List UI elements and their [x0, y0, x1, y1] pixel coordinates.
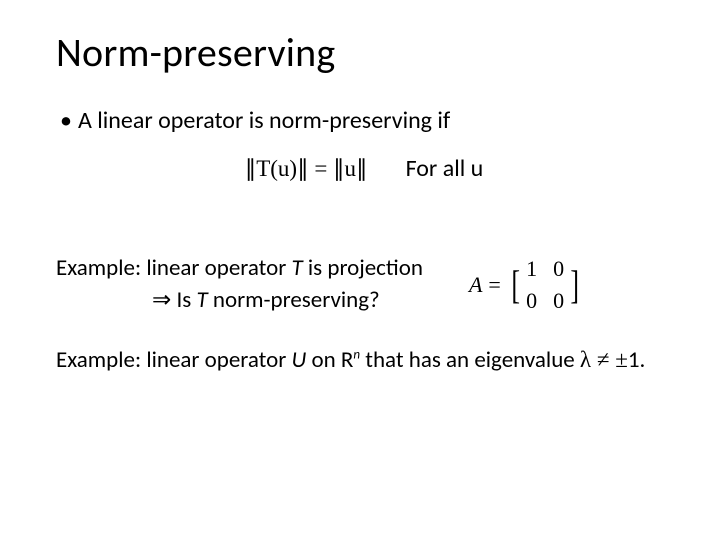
ex2-U: U: [291, 346, 306, 374]
matrix-cell-11: 1: [526, 254, 537, 284]
right-bracket-icon: ]: [570, 269, 579, 301]
example-2: Example: linear operator U on Rn that ha…: [56, 344, 672, 376]
slide: Norm-preserving • A linear operator is n…: [0, 0, 720, 540]
example-1: Example: linear operator T is projection…: [56, 253, 672, 316]
matrix-expression: A = [ 1 0 0 0 ]: [469, 254, 582, 315]
ex1-suffix: is projection: [303, 254, 423, 282]
implies-icon: ⇒: [152, 287, 171, 312]
ex2-mid2: that has an eigenvalue: [360, 346, 580, 374]
matrix-body: 1 0 0 0: [526, 254, 564, 315]
ex2-prefix: Example: linear operator: [56, 346, 291, 374]
equation-row: ∥T(u)∥ = ∥u∥ For all u: [56, 154, 672, 183]
ex1-var-T: T: [291, 254, 302, 282]
ex2-mid: on R: [306, 346, 353, 374]
for-all-text: For all u: [406, 154, 484, 183]
matrix-cell-12: 0: [553, 254, 564, 284]
bullet-item-1: • A linear operator is norm-preserving i…: [60, 105, 672, 136]
bullet-dot-icon: •: [60, 105, 72, 136]
ex1-l2-var: T: [196, 286, 207, 314]
plusminus-icon: ±: [615, 347, 628, 372]
matrix-label: A: [469, 270, 482, 300]
ex1-prefix: Example: linear operator: [56, 254, 291, 282]
example-1-text: Example: linear operator T is projection…: [56, 253, 423, 316]
ex1-l2-suffix: norm-preserving?: [208, 286, 380, 314]
ex2-one: 1.: [628, 346, 645, 374]
ex1-l2-prefix: Is: [171, 286, 196, 314]
lambda-icon: λ: [580, 347, 591, 372]
example-1-line-1: Example: linear operator T is projection: [56, 253, 423, 284]
matrix-cell-22: 0: [553, 286, 564, 316]
left-bracket-icon: [: [511, 269, 520, 301]
examples-block: Example: linear operator T is projection…: [56, 253, 672, 376]
equals-sign: =: [488, 270, 500, 300]
neq-icon: ≠: [591, 347, 615, 372]
norm-equation: ∥T(u)∥ = ∥u∥: [245, 156, 368, 182]
matrix-cell-21: 0: [526, 286, 537, 316]
example-1-line-2: ⇒ Is T norm-preserving?: [56, 284, 423, 316]
bullet-text-1: A linear operator is norm-preserving if: [78, 105, 450, 136]
slide-title: Norm-preserving: [56, 28, 672, 77]
